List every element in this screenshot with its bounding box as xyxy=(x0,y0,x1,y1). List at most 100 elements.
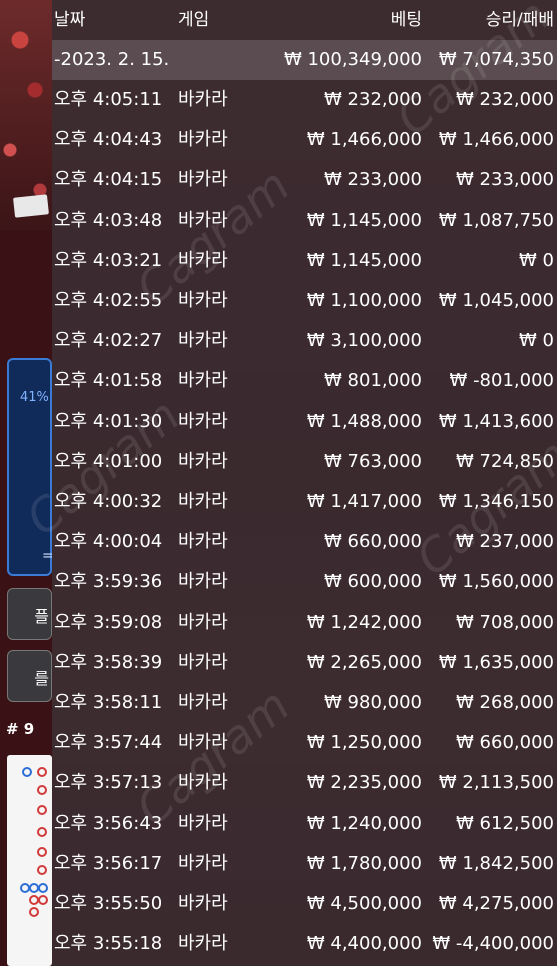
row-time: 오후 3:56:43 xyxy=(54,812,163,834)
row-result: ₩ 268,000 xyxy=(456,692,554,713)
summary-total-result: ₩ 7,074,350 xyxy=(438,49,554,70)
bead-banker-icon xyxy=(37,767,47,777)
row-result: ₩ 1,635,000 xyxy=(438,651,554,673)
row-time: 오후 4:00:04 xyxy=(54,531,163,553)
row-game: 바카라 xyxy=(178,732,228,754)
side-button-player[interactable]: 플 xyxy=(7,588,52,640)
row-time: 오후 3:55:50 xyxy=(54,893,163,914)
row-game: 바카라 xyxy=(178,812,228,834)
row-game: 바카라 xyxy=(178,893,228,914)
stats-percent: 41% xyxy=(20,390,49,405)
row-bet: ₩ 1,417,000 xyxy=(306,491,422,512)
row-game: 바카라 xyxy=(178,450,228,472)
history-row[interactable]: 오후 4:05:11 바카라 ₩ 232,000 ₩ 232,000 xyxy=(52,80,557,120)
history-row[interactable]: 오후 4:04:43 바카라 ₩ 1,466,000 ₩ 1,466,000 xyxy=(52,120,557,160)
row-bet: ₩ 1,780,000 xyxy=(306,852,422,874)
row-game: 바카라 xyxy=(178,89,228,110)
history-row[interactable]: 오후 4:00:04 바카라 ₩ 660,000 ₩ 237,000 xyxy=(52,522,557,562)
bead-banker-icon xyxy=(37,785,47,795)
bead-banker-icon xyxy=(37,865,47,875)
row-time: 오후 3:58:39 xyxy=(54,651,163,673)
playing-card xyxy=(13,194,49,218)
row-result: ₩ 612,500 xyxy=(456,812,554,834)
row-game: 바카라 xyxy=(178,692,228,713)
history-row[interactable]: 오후 4:01:00 바카라 ₩ 763,000 ₩ 724,850 xyxy=(52,442,557,482)
row-bet: ₩ 980,000 xyxy=(324,692,422,713)
summary-date: -2023. 2. 15. xyxy=(54,49,170,70)
row-game: 바카라 xyxy=(178,933,228,955)
row-bet: ₩ 1,145,000 xyxy=(306,209,422,231)
history-row[interactable]: 오후 4:04:15 바카라 ₩ 233,000 ₩ 233,000 xyxy=(52,160,557,200)
bet-history-panel: 날짜 게임 베팅 승리/패배 -2023. 2. 15. ₩ 100,349,0… xyxy=(16,0,557,966)
row-result: ₩ 232,000 xyxy=(456,89,554,110)
summary-total-bet: ₩ 100,349,000 xyxy=(283,49,422,70)
row-time: 오후 4:01:30 xyxy=(54,410,163,432)
row-time: 오후 3:59:08 xyxy=(54,611,163,633)
row-result: ₩ 660,000 xyxy=(456,732,554,754)
history-row[interactable]: 오후 3:55:50 바카라 ₩ 4,500,000 ₩ 4,275,000 xyxy=(52,884,557,924)
row-time: 오후 4:04:15 xyxy=(54,169,163,191)
row-game: 바카라 xyxy=(178,410,228,432)
header-bet[interactable]: 베팅 xyxy=(391,0,422,40)
row-time: 오후 4:00:32 xyxy=(54,491,163,512)
history-row[interactable]: 오후 3:58:11 바카라 ₩ 980,000 ₩ 268,000 xyxy=(52,683,557,723)
history-row[interactable]: 오후 3:56:43 바카라 ₩ 1,240,000 ₩ 612,500 xyxy=(52,804,557,844)
bead-banker-icon xyxy=(29,907,39,917)
bead-banker-icon xyxy=(37,827,47,837)
history-row[interactable]: 오후 4:00:32 바카라 ₩ 1,417,000 ₩ 1,346,150 xyxy=(52,482,557,522)
history-row[interactable]: 오후 3:59:08 바카라 ₩ 1,242,000 ₩ 708,000 xyxy=(52,603,557,643)
header-game[interactable]: 게임 xyxy=(178,0,209,40)
row-bet: ₩ 1,250,000 xyxy=(306,732,422,754)
row-result: ₩ 233,000 xyxy=(456,169,554,191)
row-bet: ₩ 232,000 xyxy=(324,89,422,110)
row-bet: ₩ 1,242,000 xyxy=(306,611,422,633)
row-bet: ₩ 763,000 xyxy=(324,450,422,472)
row-result: ₩ 1,842,500 xyxy=(438,852,554,874)
header-result[interactable]: 승리/패배 xyxy=(486,0,554,40)
history-row[interactable]: 오후 4:02:55 바카라 ₩ 1,100,000 ₩ 1,045,000 xyxy=(52,281,557,321)
row-bet: ₩ 1,240,000 xyxy=(306,812,422,834)
history-row[interactable]: 오후 3:57:13 바카라 ₩ 2,235,000 ₩ 2,113,500 xyxy=(52,763,557,803)
history-header: 날짜 게임 베팅 승리/패배 xyxy=(52,0,557,40)
row-game: 바카라 xyxy=(178,330,228,352)
row-game: 바카라 xyxy=(178,571,228,593)
row-bet: ₩ 1,466,000 xyxy=(306,129,422,151)
history-summary-row[interactable]: -2023. 2. 15. ₩ 100,349,000 ₩ 7,074,350 xyxy=(52,40,557,80)
row-game: 바카라 xyxy=(178,531,228,553)
history-row[interactable]: 오후 3:55:18 바카라 ₩ 4,400,000 ₩ -4,400,000 xyxy=(52,924,557,964)
history-row[interactable]: 오후 3:59:36 바카라 ₩ 600,000 ₩ 1,560,000 xyxy=(52,562,557,602)
history-row[interactable]: 오후 4:02:27 바카라 ₩ 3,100,000 ₩ 0 xyxy=(52,321,557,361)
row-result: ₩ 1,413,600 xyxy=(438,410,554,432)
row-bet: ₩ 660,000 xyxy=(324,531,422,553)
bead-road-board xyxy=(7,755,52,966)
row-result: ₩ 1,346,150 xyxy=(438,491,554,512)
row-time: 오후 4:01:58 xyxy=(54,370,163,392)
row-time: 오후 4:02:55 xyxy=(54,290,163,311)
bead-player-icon xyxy=(38,883,48,893)
row-game: 바카라 xyxy=(178,169,228,191)
row-time: 오후 3:57:13 xyxy=(54,772,163,794)
row-bet: ₩ 600,000 xyxy=(324,571,422,593)
header-date[interactable]: 날짜 xyxy=(54,0,85,40)
row-game: 바카라 xyxy=(178,491,228,512)
history-row[interactable]: 오후 3:56:17 바카라 ₩ 1,780,000 ₩ 1,842,500 xyxy=(52,844,557,884)
row-bet: ₩ 4,500,000 xyxy=(306,893,422,914)
history-row[interactable]: 오후 3:58:39 바카라 ₩ 2,265,000 ₩ 1,635,000 xyxy=(52,643,557,683)
row-result: ₩ 237,000 xyxy=(456,531,554,553)
row-bet: ₩ 1,145,000 xyxy=(306,249,422,271)
side-button-secondary[interactable]: 를 xyxy=(7,650,52,702)
history-row[interactable]: 오후 3:57:44 바카라 ₩ 1,250,000 ₩ 660,000 xyxy=(52,723,557,763)
row-result: ₩ 1,045,000 xyxy=(438,290,554,311)
history-row[interactable]: 오후 4:03:21 바카라 ₩ 1,145,000 ₩ 0 xyxy=(52,241,557,281)
history-row[interactable]: 오후 4:01:58 바카라 ₩ 801,000 ₩ -801,000 xyxy=(52,361,557,401)
row-result: ₩ 0 xyxy=(519,330,554,352)
side-button-player-label: 플 xyxy=(34,607,49,626)
row-time: 오후 3:55:18 xyxy=(54,933,163,955)
row-bet: ₩ 233,000 xyxy=(324,169,422,191)
row-result: ₩ 0 xyxy=(519,249,554,271)
row-result: ₩ 708,000 xyxy=(456,611,554,633)
side-button-secondary-label: 를 xyxy=(34,669,49,688)
history-row[interactable]: 오후 4:03:48 바카라 ₩ 1,145,000 ₩ 1,087,750 xyxy=(52,201,557,241)
history-row[interactable]: 오후 4:01:30 바카라 ₩ 1,488,000 ₩ 1,413,600 xyxy=(52,402,557,442)
row-time: 오후 4:01:00 xyxy=(54,450,163,472)
